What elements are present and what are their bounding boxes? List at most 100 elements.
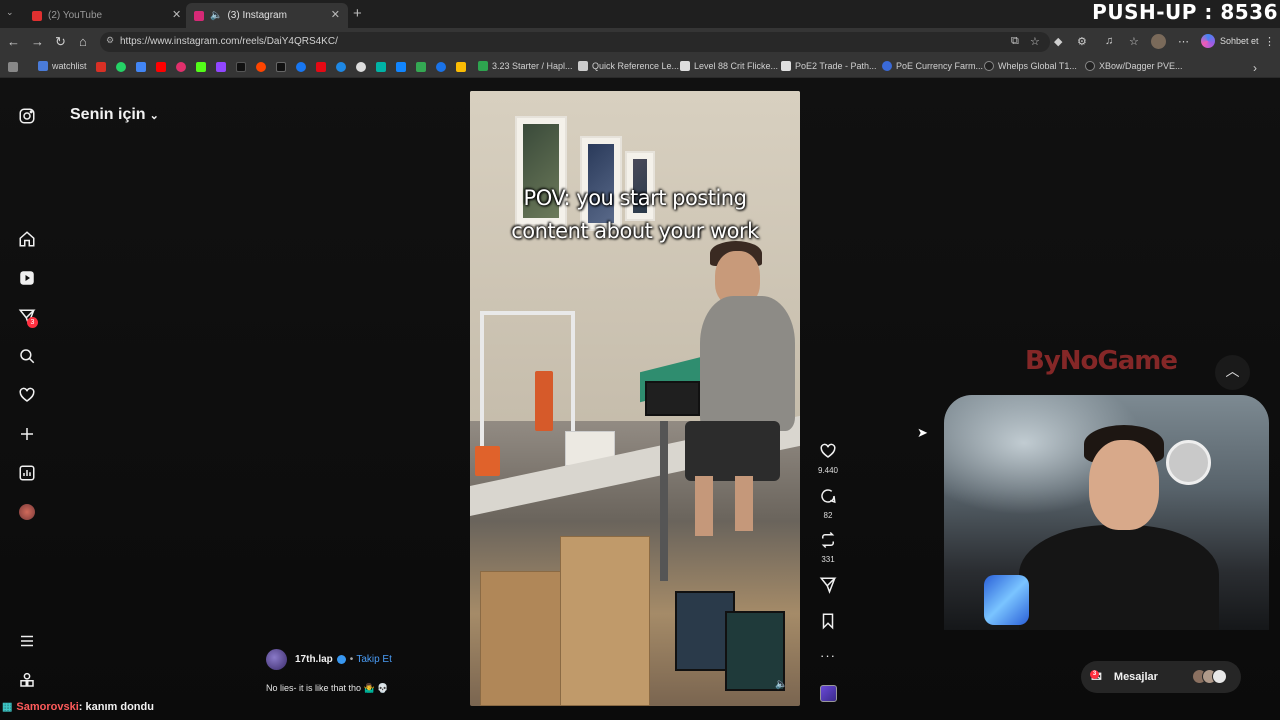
- profile-avatar[interactable]: [1151, 34, 1166, 49]
- more-menu-icon[interactable]: ⋯: [1178, 35, 1189, 48]
- scroll-up-button[interactable]: ︿: [1215, 355, 1250, 390]
- cardboard-box: [480, 571, 570, 706]
- bookmarks-icon[interactable]: ☆: [1129, 35, 1139, 48]
- whatsapp-icon[interactable]: [116, 62, 126, 72]
- save-button[interactable]: [812, 612, 844, 635]
- sheets-icon[interactable]: [416, 62, 426, 72]
- bookmark-item[interactable]: 3.23 Starter / Hapl...: [478, 61, 573, 71]
- like-button[interactable]: 9.440: [812, 442, 844, 475]
- gemini-icon: [1201, 34, 1215, 48]
- tab-title: (3) Instagram: [227, 10, 287, 21]
- side-panel-icon[interactable]: ⋮: [1264, 35, 1275, 48]
- youtube-icon[interactable]: [156, 62, 166, 72]
- sheet-icon: [478, 61, 488, 71]
- chevron-up-icon: ︿: [1225, 363, 1240, 379]
- more-bookmarks-chevron-icon[interactable]: ›: [1253, 61, 1257, 75]
- messages-label: Mesajlar: [1113, 671, 1158, 683]
- more-options-icon[interactable]: ···: [812, 648, 844, 663]
- bookmark-label: PoE2 Trade - Path...: [795, 61, 877, 71]
- netflix-icon[interactable]: [316, 62, 326, 72]
- translate-icon[interactable]: [136, 62, 146, 72]
- heart-icon[interactable]: [18, 386, 36, 404]
- bookmark-item[interactable]: Quick Reference Le...: [578, 61, 679, 71]
- stremio-icon[interactable]: [376, 62, 386, 72]
- google-apps-icon[interactable]: [456, 62, 466, 72]
- speaker-icon[interactable]: 🔈: [210, 10, 222, 21]
- instagram-logo-icon[interactable]: [18, 107, 36, 125]
- back-icon[interactable]: ←: [7, 34, 20, 49]
- extension-icon[interactable]: ◆: [1054, 35, 1062, 48]
- mute-icon[interactable]: 🔈: [775, 679, 787, 690]
- home-icon[interactable]: ⌂: [79, 34, 87, 49]
- forward-icon[interactable]: →: [31, 34, 44, 49]
- menu-hamburger-icon[interactable]: [18, 632, 36, 650]
- media-control-icon[interactable]: ♫: [1105, 35, 1113, 47]
- wall-decoration: [1166, 440, 1211, 485]
- facebook-icon[interactable]: [296, 62, 306, 72]
- site-info-icon[interactable]: ⚙: [106, 35, 114, 46]
- author-avatar[interactable]: [266, 649, 287, 670]
- feed-selector[interactable]: Senin için ⌄: [70, 106, 159, 124]
- chat-username: Samorovski: [16, 700, 79, 713]
- github-icon[interactable]: [356, 62, 366, 72]
- tiktok-icon[interactable]: [236, 62, 246, 72]
- reels-icon[interactable]: [18, 269, 36, 287]
- globe-icon: [882, 61, 892, 71]
- drive-icon[interactable]: [436, 62, 446, 72]
- tab-title: (2) YouTube: [48, 10, 103, 21]
- install-app-icon[interactable]: ⧉: [1011, 35, 1019, 48]
- comment-button[interactable]: 82: [812, 487, 844, 520]
- tab-instagram[interactable]: 🔈 (3) Instagram ✕: [186, 3, 348, 28]
- apps-icon[interactable]: [8, 62, 18, 72]
- profile-avatar[interactable]: [19, 504, 35, 520]
- bookmark-item[interactable]: PoE2 Trade - Path...: [781, 61, 877, 71]
- person-body: [700, 296, 795, 431]
- x-icon[interactable]: [276, 62, 286, 72]
- prime-icon[interactable]: [336, 62, 346, 72]
- streamer-torso: [1019, 525, 1219, 630]
- bluesky-icon[interactable]: [396, 62, 406, 72]
- bookmark-item[interactable]: XBow/Dagger PVE...: [1085, 61, 1183, 71]
- bookmark-item[interactable]: watchlist: [38, 61, 87, 71]
- tab-youtube[interactable]: (2) YouTube: [24, 3, 186, 28]
- direct-messages-icon[interactable]: 3: [18, 308, 38, 328]
- 3d-printer: [480, 311, 575, 451]
- messages-button[interactable]: ✉ 3 Mesajlar: [1081, 661, 1241, 693]
- address-bar[interactable]: ⚙ https://www.instagram.com/reels/DaiY4Q…: [100, 32, 1050, 52]
- reload-icon[interactable]: ↻: [55, 34, 66, 50]
- create-plus-icon[interactable]: [18, 425, 36, 443]
- reddit-icon[interactable]: [256, 62, 266, 72]
- new-tab-button[interactable]: +: [353, 5, 362, 22]
- extensions-puzzle-icon[interactable]: ⚙: [1077, 35, 1087, 48]
- twitch-icon[interactable]: [216, 62, 226, 72]
- black-box: [645, 381, 700, 416]
- bookmark-item[interactable]: PoE Currency Farm...: [882, 61, 983, 71]
- home-icon[interactable]: [18, 230, 36, 248]
- audio-thumbnail[interactable]: [820, 685, 837, 702]
- reel-video[interactable]: POV: you start posting content about you…: [470, 91, 800, 706]
- github-icon: [1085, 61, 1095, 71]
- close-tab-icon[interactable]: ✕: [331, 8, 340, 21]
- chat-button[interactable]: Sohbet et: [1201, 34, 1259, 48]
- author-username[interactable]: 17th.lap: [295, 654, 333, 665]
- watchlist-icon: [38, 61, 48, 71]
- instagram-icon[interactable]: [176, 62, 186, 72]
- bookmark-item[interactable]: Whelps Global T1...: [984, 61, 1077, 71]
- also-from-meta-icon[interactable]: [18, 671, 36, 689]
- repost-button[interactable]: 331: [812, 531, 844, 564]
- search-icon[interactable]: [18, 347, 36, 365]
- verified-badge-icon: [336, 655, 346, 664]
- messages-badge: 3: [1090, 670, 1099, 679]
- follow-button[interactable]: Takip Et: [356, 654, 392, 665]
- gmail-icon[interactable]: [96, 62, 106, 72]
- dashboard-icon[interactable]: [18, 464, 36, 482]
- bookmark-star-icon[interactable]: ☆: [1030, 35, 1040, 48]
- kick-icon[interactable]: [196, 62, 206, 72]
- chevron-down-icon: ⌄: [149, 110, 159, 122]
- close-tab-icon[interactable]: ✕: [172, 8, 181, 21]
- tab-search-icon[interactable]: ⌄: [6, 7, 14, 18]
- person-leg: [695, 476, 713, 536]
- share-button[interactable]: [812, 576, 844, 599]
- reel-caption-line: content about your work: [511, 219, 759, 243]
- bookmark-item[interactable]: Level 88 Crit Flicke...: [680, 61, 778, 71]
